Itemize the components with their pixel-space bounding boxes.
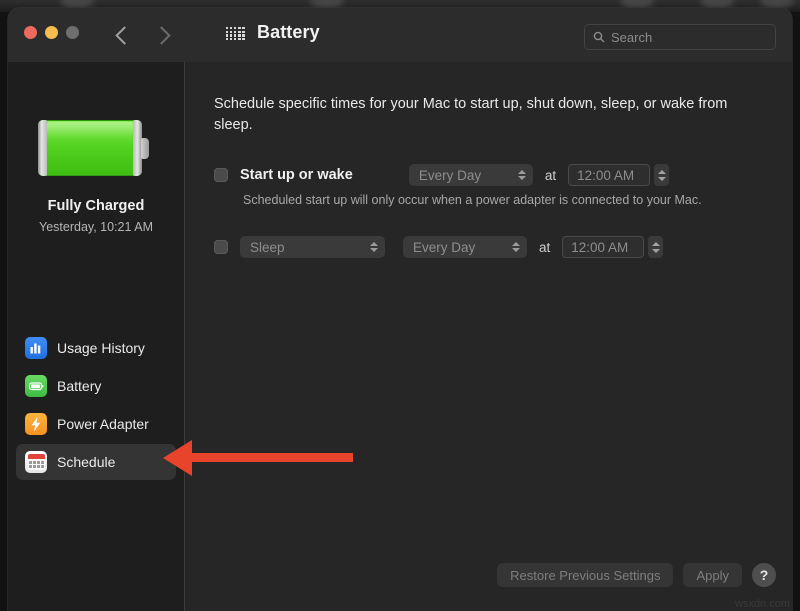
sidebar-item-label: Power Adapter <box>57 416 149 432</box>
startup-checkbox[interactable] <box>214 168 228 182</box>
intro-text: Schedule specific times for your Mac to … <box>214 94 767 136</box>
sidebar-item-battery[interactable]: Battery <box>16 368 176 404</box>
page-title: Battery <box>257 22 320 43</box>
battery-icon <box>25 375 47 397</box>
sidebar-item-label: Schedule <box>57 454 115 470</box>
sleep-row: Sleep Every Day at 12:00 AM <box>214 236 663 258</box>
sleep-action-value: Sleep <box>250 240 285 255</box>
sleep-frequency-popup[interactable]: Every Day <box>403 236 527 258</box>
charge-time-text: Yesterday, 10:21 AM <box>8 220 184 234</box>
startup-frequency-value: Every Day <box>419 168 481 183</box>
forward-icon[interactable] <box>152 26 170 44</box>
battery-cap-left <box>38 120 47 176</box>
chevron-updown-icon <box>512 242 520 252</box>
background-blob <box>760 0 794 8</box>
apply-button[interactable]: Apply <box>683 563 742 587</box>
stepper-up-icon[interactable] <box>658 170 666 174</box>
startup-label: Start up or wake <box>240 167 353 183</box>
navigation-arrows <box>118 20 168 50</box>
background-blob <box>620 0 654 8</box>
back-icon[interactable] <box>115 26 133 44</box>
sleep-at-label: at <box>539 240 550 255</box>
sleep-time-value: 12:00 AM <box>571 240 628 255</box>
startup-time-stepper[interactable] <box>654 164 669 186</box>
startup-time-value: 12:00 AM <box>577 168 634 183</box>
battery-terminal <box>141 138 149 159</box>
watermark: wsxdn.com <box>735 598 790 610</box>
background-blob <box>700 0 734 8</box>
calendar-grid <box>28 459 45 470</box>
startup-at-label: at <box>545 168 556 183</box>
sleep-time-field[interactable]: 12:00 AM <box>562 236 644 258</box>
stepper-down-icon[interactable] <box>652 249 660 253</box>
bar-chart-icon <box>25 337 47 359</box>
footer-buttons: Restore Previous Settings Apply ? <box>497 563 776 587</box>
show-all-grid-icon[interactable] <box>226 27 245 40</box>
sidebar-item-label: Usage History <box>57 340 145 356</box>
sidebar: Fully Charged Yesterday, 10:21 AM Usage … <box>8 62 185 611</box>
calendar-icon <box>25 451 47 473</box>
chevron-updown-icon <box>370 242 378 252</box>
sleep-frequency-value: Every Day <box>413 240 475 255</box>
startup-frequency-popup[interactable]: Every Day <box>409 164 533 186</box>
sleep-action-popup[interactable]: Sleep <box>240 236 385 258</box>
search-placeholder: Search <box>611 30 652 45</box>
sidebar-nav-list: Usage History Battery <box>16 330 176 482</box>
sidebar-item-usage-history[interactable]: Usage History <box>16 330 176 366</box>
window-titlebar: Battery Search <box>8 8 792 63</box>
restore-previous-settings-button[interactable]: Restore Previous Settings <box>497 563 673 587</box>
sidebar-item-schedule[interactable]: Schedule <box>16 444 176 480</box>
close-button[interactable] <box>24 26 37 39</box>
battery-status-graphic <box>38 120 148 176</box>
help-button[interactable]: ? <box>752 563 776 587</box>
system-preferences-window: Battery Search Fully Charged Yesterday, … <box>8 8 792 611</box>
startup-time-field[interactable]: 12:00 AM <box>568 164 650 186</box>
sidebar-item-label: Battery <box>57 378 101 394</box>
background-blob <box>310 0 344 8</box>
traffic-lights <box>24 26 79 39</box>
stepper-up-icon[interactable] <box>652 242 660 246</box>
minimize-button[interactable] <box>45 26 58 39</box>
chevron-updown-icon <box>518 170 526 180</box>
search-icon <box>593 31 605 43</box>
main-content: Schedule specific times for your Mac to … <box>185 62 792 611</box>
sleep-time-stepper[interactable] <box>648 236 663 258</box>
startup-note: Scheduled start up will only occur when … <box>243 193 702 207</box>
startup-row: Start up or wake Every Day at 12:00 AM <box>214 164 669 186</box>
sidebar-item-power-adapter[interactable]: Power Adapter <box>16 406 176 442</box>
background-blob <box>60 0 94 8</box>
search-field[interactable]: Search <box>584 24 776 50</box>
sleep-checkbox[interactable] <box>214 240 228 254</box>
charge-status-text: Fully Charged <box>8 198 184 214</box>
zoom-button[interactable] <box>66 26 79 39</box>
lightning-bolt-icon <box>25 413 47 435</box>
battery-gloss <box>47 122 133 138</box>
stepper-down-icon[interactable] <box>658 177 666 181</box>
